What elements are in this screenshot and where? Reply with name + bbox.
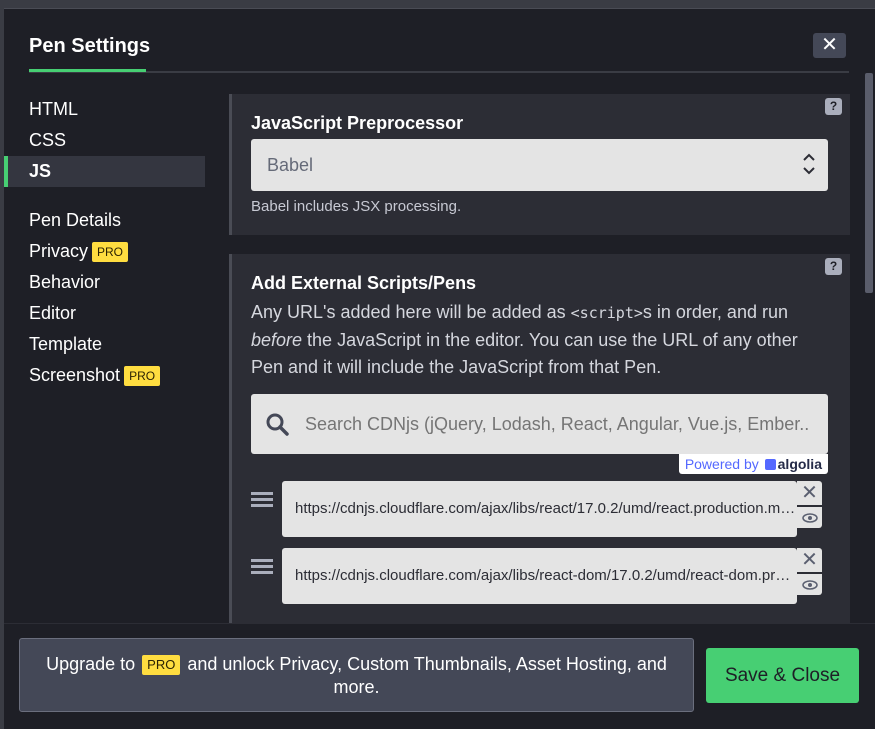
pro-badge: PRO (92, 241, 129, 262)
drag-handle-icon[interactable] (251, 481, 282, 510)
algolia-icon (764, 459, 776, 470)
drag-handle-icon[interactable] (251, 548, 282, 577)
scrollbar[interactable] (863, 9, 875, 623)
preprocessor-select[interactable]: Babel (251, 139, 828, 191)
upgrade-text: Upgrade to (46, 654, 136, 674)
powered-by-algolia[interactable]: Powered by algolia (678, 454, 828, 474)
sidebar-item-editor[interactable]: Editor (4, 298, 205, 329)
modal-header: Pen Settings ✕ (29, 9, 849, 73)
sidebar-item-label: Pen Details (29, 210, 122, 230)
eye-icon[interactable] (797, 574, 822, 595)
sidebar-item-label: Editor (29, 303, 77, 323)
desc-emphasis: before (251, 330, 303, 350)
external-scripts-section: ? Add External Scripts/Pens Any URL's ad… (229, 254, 850, 624)
upgrade-banner[interactable]: Upgrade to PRO and unlock Privacy, Custo… (19, 638, 694, 712)
sidebar-item-js[interactable]: JS (4, 156, 205, 187)
modal-title: Pen Settings (29, 35, 151, 57)
external-script-row: https://cdnjs.cloudflare.com/ajax/libs/r… (251, 548, 828, 608)
preprocessor-hint: Babel includes JSX processing. (251, 198, 462, 215)
scrollbar-thumb[interactable] (865, 73, 873, 293)
js-preprocessor-section: ? JavaScript Preprocessor Babel Babel in… (229, 94, 850, 235)
sidebar-item-css[interactable]: CSS (4, 125, 205, 156)
sidebar-item-label: Behavior (29, 272, 101, 292)
sidebar-item-html[interactable]: HTML (4, 94, 205, 125)
section-title: JavaScript Preprocessor (251, 113, 464, 133)
save-and-close-button[interactable]: Save & Close (706, 648, 859, 703)
desc-code: <script> (570, 304, 643, 322)
cdnjs-search[interactable] (251, 394, 828, 454)
remove-icon[interactable]: ✕ (797, 548, 822, 572)
modal-footer: Upgrade to PRO and unlock Privacy, Custo… (4, 623, 875, 729)
algolia-text: algolia (777, 456, 822, 472)
powered-by-text: Powered by (684, 456, 759, 472)
desc-text: s in order, and run (642, 302, 788, 322)
external-script-url[interactable]: https://cdnjs.cloudflare.com/ajax/libs/r… (282, 481, 797, 537)
external-script-row: https://cdnjs.cloudflare.com/ajax/libs/r… (251, 481, 828, 541)
url-actions: ✕ (797, 481, 822, 528)
pro-badge: PRO (124, 365, 161, 386)
sidebar-item-pen-details[interactable]: Pen Details (4, 205, 205, 236)
external-description: Any URL's added here will be added as <s… (251, 299, 828, 381)
sidebar-item-label: Template (29, 334, 103, 354)
sidebar-item-label: Screenshot (29, 365, 121, 385)
sidebar-item-label: JS (29, 161, 52, 181)
desc-text: Any URL's added here will be added as (251, 302, 571, 322)
search-input[interactable] (305, 413, 815, 435)
select-value: Babel (267, 155, 314, 175)
pro-badge: PRO (142, 655, 181, 675)
sidebar-item-privacy[interactable]: Privacy PRO (4, 236, 205, 267)
sidebar-item-screenshot[interactable]: Screenshot PRO (4, 360, 205, 391)
title-underline (29, 69, 146, 72)
sidebar-item-template[interactable]: Template (4, 329, 205, 360)
search-icon (266, 413, 289, 436)
powered-by-row: Powered by algolia (251, 454, 828, 474)
eye-icon[interactable] (797, 507, 822, 528)
help-icon[interactable]: ? (825, 98, 842, 115)
help-icon[interactable]: ? (825, 258, 842, 275)
upgrade-text: and unlock Privacy, Custom Thumbnails, A… (187, 654, 667, 697)
remove-icon[interactable]: ✕ (797, 481, 822, 505)
pen-settings-modal: Pen Settings ✕ HTML CSS JS Pen Details P… (4, 8, 875, 729)
sidebar-item-label: Privacy (29, 241, 89, 261)
sidebar-item-behavior[interactable]: Behavior (4, 267, 205, 298)
close-button[interactable]: ✕ (813, 33, 846, 58)
chevron-updown-icon (803, 153, 815, 175)
section-title: Add External Scripts/Pens (251, 273, 477, 293)
settings-sidebar: HTML CSS JS Pen Details Privacy PRO Behav… (4, 94, 205, 391)
external-script-url[interactable]: https://cdnjs.cloudflare.com/ajax/libs/r… (282, 548, 797, 604)
sidebar-item-label: HTML (29, 99, 78, 119)
desc-text: the JavaScript in the editor. You can us… (251, 330, 798, 377)
url-actions: ✕ (797, 548, 822, 595)
sidebar-item-label: CSS (29, 130, 67, 150)
settings-content: ? JavaScript Preprocessor Babel Babel in… (229, 94, 850, 624)
